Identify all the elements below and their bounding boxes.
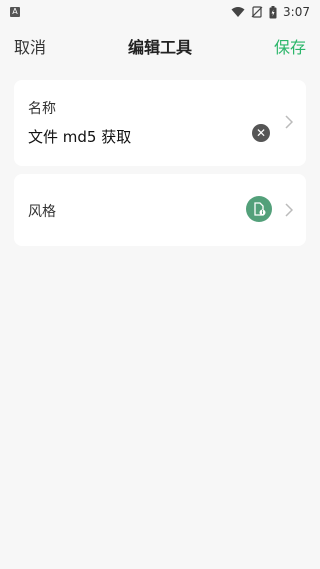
style-card[interactable]: 风格 [14, 174, 306, 246]
status-left: A [10, 7, 20, 17]
app-a-icon: A [10, 7, 20, 17]
name-card[interactable]: 名称 文件 md5 获取 ✕ [14, 80, 306, 166]
clear-icon[interactable]: ✕ [252, 124, 270, 142]
status-time: 3:07 [283, 5, 310, 19]
chevron-right-icon [282, 200, 296, 220]
no-sim-icon [251, 6, 263, 18]
status-bar: A 3:07 [0, 0, 320, 24]
style-label: 风格 [28, 204, 56, 220]
name-input[interactable]: 文件 md5 获取 [28, 126, 131, 147]
wifi-icon [231, 7, 245, 17]
save-button[interactable]: 保存 [274, 34, 306, 58]
page-title: 编辑工具 [127, 38, 192, 57]
name-label: 名称 [28, 101, 56, 117]
header: 取消 编辑工具 保存 [0, 24, 320, 68]
file-info-icon[interactable] [246, 196, 272, 222]
battery-icon [269, 5, 277, 18]
chevron-right-icon [282, 112, 296, 132]
cancel-button[interactable]: 取消 [14, 34, 46, 58]
status-right: 3:07 [231, 5, 310, 19]
